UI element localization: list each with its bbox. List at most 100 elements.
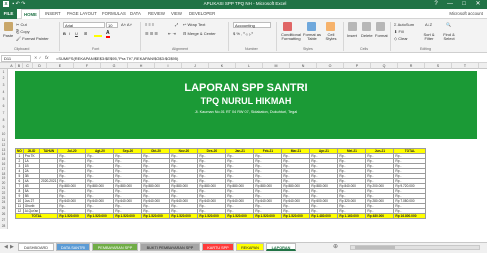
fill-color-icon[interactable] [94, 31, 102, 37]
save-icon[interactable]: ▪ [12, 1, 14, 7]
tab-review[interactable]: REVIEW [148, 9, 165, 19]
column-header[interactable]: Q [371, 63, 398, 69]
table-cell[interactable]: Rp 1.520.000 [281, 213, 311, 219]
find-select-button[interactable]: Find & Select [440, 33, 458, 41]
row-header[interactable]: 6 [0, 103, 8, 110]
cell-styles-icon[interactable] [326, 22, 335, 31]
clear-button[interactable]: ◇ Clear [394, 36, 408, 41]
table-cell[interactable]: Rp 480.000 [365, 213, 395, 219]
row-header[interactable]: 8 [0, 117, 8, 124]
redo-icon[interactable]: ↷ [21, 1, 25, 7]
sort-filter-button[interactable]: Sort & Filter [421, 33, 437, 41]
new-sheet-icon[interactable]: ⊕ [333, 243, 338, 250]
orientation-icon[interactable]: ⤢ [175, 22, 178, 27]
sheet-tab-kartu-spp[interactable]: KARTU SPP [202, 243, 234, 251]
table-cell[interactable]: Rp 1.160.000 [337, 213, 367, 219]
table-icon[interactable] [307, 22, 316, 31]
row-header[interactable]: 2 [0, 75, 8, 82]
scroll-left-icon[interactable]: ◀ [4, 244, 8, 250]
accounting-icon[interactable]: $ % , ⁰.₀ ₀.⁰ [233, 31, 253, 36]
table-cell[interactable]: Rp 1.520.000 [197, 213, 227, 219]
format-cells-icon[interactable] [376, 22, 385, 31]
conditional-formatting-icon[interactable] [283, 22, 292, 31]
column-header[interactable]: H [128, 63, 155, 69]
column-header[interactable]: K [209, 63, 236, 69]
horizontal-scrollbar[interactable] [350, 245, 480, 250]
sheet-tab-data-santri[interactable]: DATA SANTRI [56, 243, 90, 251]
cut-button[interactable]: ✂ Cut [16, 22, 27, 27]
maximize-button[interactable]: □ [458, 0, 470, 9]
table-cell[interactable]: Rp 1.520.000 [141, 213, 171, 219]
tab-page-layout[interactable]: PAGE LAYOUT [67, 9, 97, 19]
help-button[interactable]: ? [430, 0, 442, 9]
sheet-tab-rekapan[interactable]: REKAPAN [236, 243, 264, 251]
table-cell[interactable]: Rp 1.480.000 [309, 213, 339, 219]
quick-access-toolbar[interactable]: X ▪ ↶ ↷ [3, 1, 25, 7]
column-header[interactable]: C [23, 63, 33, 69]
fx-icon[interactable]: fx [45, 55, 49, 60]
insert-button[interactable]: Insert [347, 33, 357, 38]
autosum-button[interactable]: Σ AutoSum [394, 22, 414, 27]
row-header[interactable]: 9 [0, 124, 8, 131]
tab-developer[interactable]: DEVELOPER [189, 9, 215, 19]
sheet-tab-pembayaran-spp[interactable]: PEMBAYARAN SPP [92, 243, 138, 251]
row-header[interactable]: 5 [0, 96, 8, 103]
conditional-formatting-button[interactable]: Conditional Formatting [279, 33, 303, 41]
bold-button[interactable]: B [63, 31, 66, 36]
font-color-icon[interactable]: A [106, 30, 110, 38]
spp-report-table[interactable]: NO JILID TAHUN Jul-20 Agt-20 Sep-20 Okt-20 Nov-… [14, 148, 427, 219]
column-header[interactable]: D [33, 63, 47, 69]
row-header[interactable]: 4 [0, 89, 8, 96]
fill-button[interactable]: ⬇ Fill [394, 29, 404, 34]
table-cell[interactable]: Al-Qur'an [22, 208, 41, 214]
cancel-enter-icons[interactable]: ✕ ✓ [34, 55, 42, 60]
underline-button[interactable]: U [75, 31, 78, 36]
borders-icon[interactable]: ⊞ [84, 31, 87, 36]
wrap-text-button[interactable]: ↩ Wrap Text [183, 22, 205, 27]
sort-filter-icon[interactable]: A↓Z [425, 22, 432, 27]
insert-cells-icon[interactable] [348, 22, 357, 31]
table-cell[interactable]: Rp 1.520.000 [253, 213, 283, 219]
row-header[interactable]: 3 [0, 82, 8, 89]
sheet-tab-laporan[interactable]: LAPORAN [266, 243, 296, 251]
font-name-select[interactable]: Arial [63, 22, 105, 28]
table-cell[interactable]: 2020-2021 [39, 178, 59, 184]
column-header[interactable]: T [452, 63, 479, 69]
row-header[interactable]: 7 [0, 110, 8, 117]
table-cell[interactable]: Rp 1.520.000 [57, 213, 87, 219]
column-header[interactable]: J [182, 63, 209, 69]
indent-icon[interactable]: ⇤ ⇥ [168, 31, 176, 36]
table-cell[interactable]: Rp 1.520.000 [225, 213, 255, 219]
sheet-tab-dashboard[interactable]: DASHBOARD [18, 243, 54, 251]
user-account[interactable]: Microsoft account [449, 9, 483, 19]
scroll-right-icon[interactable]: ▶ [10, 244, 14, 250]
format-painter-button[interactable]: 🖌 Format Painter [16, 36, 49, 41]
column-header[interactable]: E [47, 63, 74, 69]
sheet-tab-bukti-pembayaran-spp[interactable]: BUKTI PEMBAYARAN SPP [140, 243, 200, 251]
grow-font-icon[interactable]: A˄ A˅ [121, 22, 132, 27]
column-header[interactable]: S [425, 63, 452, 69]
cell-styles-button[interactable]: Cell Styles [323, 33, 339, 41]
row-header[interactable]: 28 [0, 223, 8, 230]
table-cell[interactable]: Rp 1.520.000 [85, 213, 115, 219]
column-header[interactable]: O [317, 63, 344, 69]
find-icon[interactable]: 🔍 [446, 22, 451, 27]
column-header[interactable]: A [8, 63, 16, 69]
column-header[interactable]: G [101, 63, 128, 69]
number-format-select[interactable]: Accounting [233, 22, 271, 28]
column-header[interactable]: P [344, 63, 371, 69]
clipboard-icon[interactable] [4, 22, 13, 31]
font-size-select[interactable]: 10 [106, 22, 118, 28]
undo-icon[interactable]: ↶ [16, 1, 20, 7]
paste-button[interactable]: Paste [3, 33, 13, 38]
column-header[interactable]: I [155, 63, 182, 69]
row-header[interactable]: 10 [0, 131, 8, 138]
column-header[interactable]: N [290, 63, 317, 69]
table-cell[interactable]: Rp 16.800.000 [393, 213, 427, 219]
copy-button[interactable]: ⎘ Copy [16, 29, 30, 34]
delete-cells-icon[interactable] [362, 22, 371, 31]
minimize-button[interactable]: — [444, 0, 456, 9]
column-header[interactable]: L [236, 63, 263, 69]
italic-button[interactable]: I [69, 31, 70, 36]
tab-view[interactable]: VIEW [171, 9, 182, 19]
